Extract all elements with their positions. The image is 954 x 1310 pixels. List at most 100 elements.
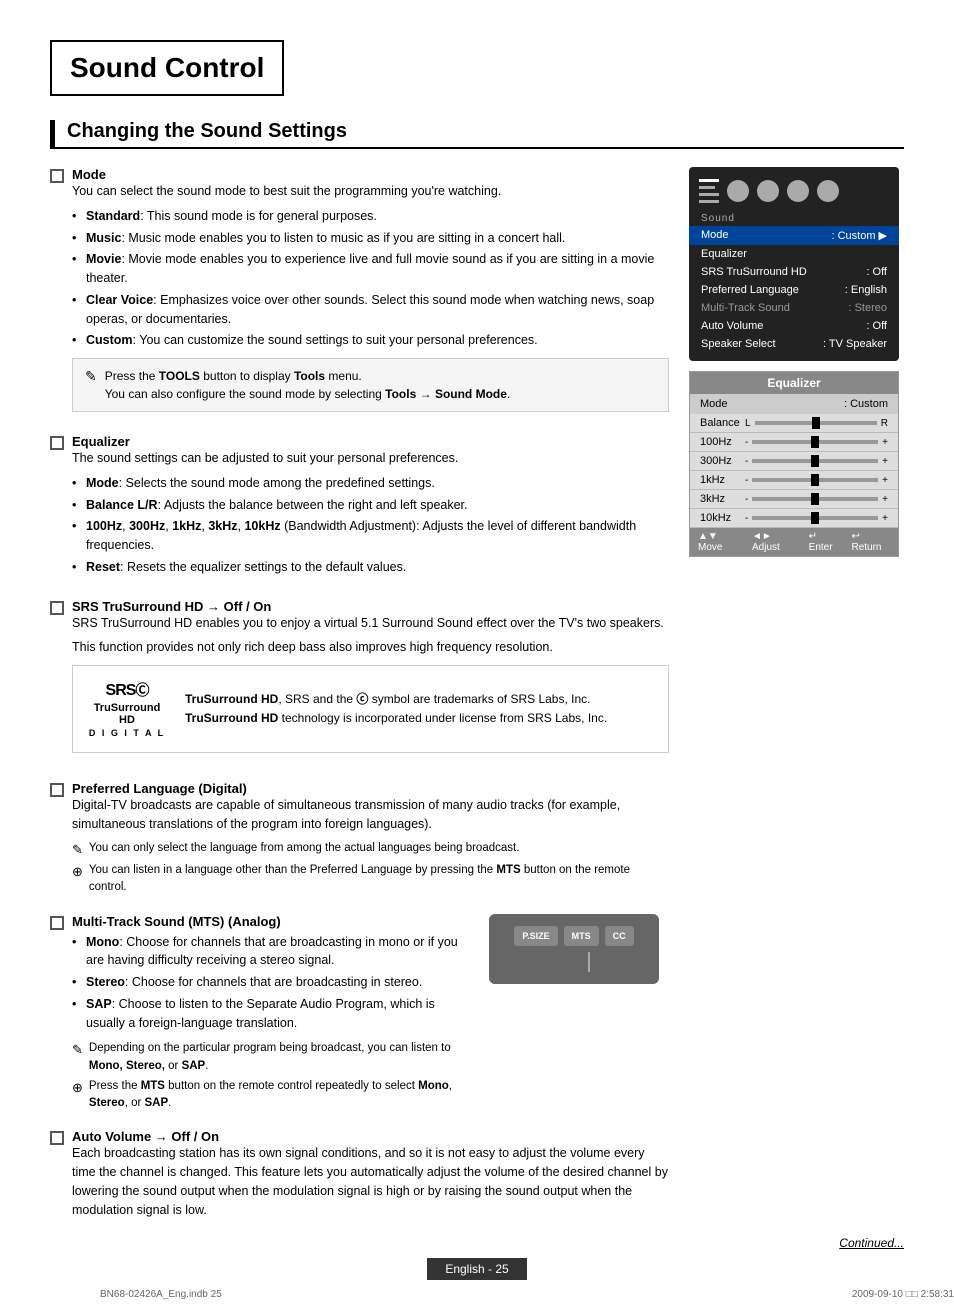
preferred-lang-section: Preferred Language (Digital) Digital-TV … xyxy=(50,781,669,900)
info-icon2: ⊕ xyxy=(72,1078,83,1098)
tv-menu-row-mts: Multi-Track Sound : Stereo xyxy=(689,299,899,317)
multitrack-section: Multi-Track Sound (MTS) (Analog) Mono: C… xyxy=(50,914,669,1116)
eq-row-3khz: 3kHz - + xyxy=(690,490,898,509)
lang-title: Preferred Language (Digital) xyxy=(72,781,669,796)
mts-note1: ✎ Depending on the particular program be… xyxy=(72,1040,473,1075)
psize-btn: P.SIZE xyxy=(514,926,557,946)
mode-note: ✎ Press the TOOLS button to display Tool… xyxy=(72,358,669,412)
eq-mode-value: : Custom xyxy=(844,398,888,410)
eq-balance-label: Balance xyxy=(700,417,745,429)
doc-right: 2009-09-10 □□ 2:58:31 xyxy=(852,1289,954,1300)
right-panels: Sound Mode : Custom ▶ Equalizer SRS TruS… xyxy=(689,167,904,1239)
mts-btn: MTS xyxy=(564,926,599,946)
av-checkbox xyxy=(50,1131,64,1145)
eq-menu: Equalizer Mode : Custom Balance L R xyxy=(689,371,899,557)
tv-menu-row-srs: SRS TruSurround HD : Off xyxy=(689,263,899,281)
eq-footer: ▲▼ Move ◄► Adjust ↵ Enter ↩ Return xyxy=(690,528,898,556)
mode-bullets: Standard: This sound mode is for general… xyxy=(72,207,669,350)
list-item: Balance L/R: Adjusts the balance between… xyxy=(72,496,669,515)
srs-section: SRS TruSurround HD → Off / On SRS TruSur… xyxy=(50,599,669,768)
eq-row-1khz: 1kHz - + xyxy=(690,471,898,490)
list-item: Reset: Resets the equalizer settings to … xyxy=(72,558,669,577)
mts-note2: ⊕ Press the MTS button on the remote con… xyxy=(72,1078,473,1113)
mode-label: Mode xyxy=(701,229,729,242)
srs-logo-box: SRSⒸ TruSurround HD D I G I T A L TruSur… xyxy=(72,665,669,753)
eq-title: Equalizer xyxy=(72,434,669,449)
av-title: Auto Volume → Off / On xyxy=(72,1129,669,1144)
speaker-value: : TV Speaker xyxy=(823,338,887,350)
mode-value: : Custom ▶ xyxy=(831,229,887,242)
equalizer-section: Equalizer The sound settings can be adju… xyxy=(50,434,669,585)
eq-checkbox xyxy=(50,436,64,450)
eq-intro: The sound settings can be adjusted to su… xyxy=(72,449,669,468)
list-item: Mono: Choose for channels that are broad… xyxy=(72,933,473,971)
eq-row-300hz: 300Hz - + xyxy=(690,452,898,471)
auto-volume-section: Auto Volume → Off / On Each broadcasting… xyxy=(50,1129,669,1225)
list-item: 100Hz, 300Hz, 1kHz, 3kHz, 10kHz (Bandwid… xyxy=(72,517,669,555)
list-item: Custom: You can customize the sound sett… xyxy=(72,331,669,350)
srs-intro: SRS TruSurround HD enables you to enjoy … xyxy=(72,614,669,633)
srs-checkbox xyxy=(50,601,64,615)
mode-intro: You can select the sound mode to best su… xyxy=(72,182,669,201)
page: Sound Control Changing the Sound Setting… xyxy=(0,0,954,1310)
pencil-icon: ✎ xyxy=(72,840,83,860)
eq-row-10khz: 10kHz - + xyxy=(690,509,898,528)
srs-label: SRS TruSurround HD xyxy=(701,266,807,278)
av-intro: Each broadcasting station has its own si… xyxy=(72,1144,669,1219)
lang-note2: ⊕ You can listen in a language other tha… xyxy=(72,862,669,897)
remote-image: P.SIZE MTS CC xyxy=(489,914,659,984)
mts-label: Multi-Track Sound xyxy=(701,302,790,314)
mts-value: : Stereo xyxy=(848,302,887,314)
eq-mode-row: Mode : Custom xyxy=(690,394,898,414)
lang-value: : English xyxy=(845,284,887,296)
footer-doc-info: BN68-02426A_Eng.indb 25 2009-09-10 □□ 2:… xyxy=(50,1289,954,1300)
speaker-label: Speaker Select xyxy=(701,338,776,350)
cc-btn: CC xyxy=(605,926,634,946)
autovol-label: Auto Volume xyxy=(701,320,763,332)
eq-bullets: Mode: Selects the sound mode among the p… xyxy=(72,474,669,577)
eq-row-balance: Balance L R xyxy=(690,414,898,433)
list-item: Movie: Movie mode enables you to experie… xyxy=(72,250,669,288)
eq-balance-slider: L R xyxy=(745,418,888,429)
mts-title: Multi-Track Sound (MTS) (Analog) xyxy=(72,914,473,929)
mode-section: Mode You can select the sound mode to be… xyxy=(50,167,669,420)
note-line2: You can also configure the sound mode by… xyxy=(105,385,511,403)
tv-menu-row-mode: Mode : Custom ▶ xyxy=(689,226,899,245)
lang-label: Preferred Language xyxy=(701,284,799,296)
tv-menu-row-autovol: Auto Volume : Off xyxy=(689,317,899,335)
list-item: Music: Music mode enables you to listen … xyxy=(72,229,669,248)
list-item: Standard: This sound mode is for general… xyxy=(72,207,669,226)
list-item: Clear Voice: Emphasizes voice over other… xyxy=(72,291,669,329)
list-item: Mode: Selects the sound mode among the p… xyxy=(72,474,669,493)
tv-menu: Sound Mode : Custom ▶ Equalizer SRS TruS… xyxy=(689,167,899,361)
tv-menu-sound-label: Sound xyxy=(689,211,899,226)
main-content: Mode You can select the sound mode to be… xyxy=(50,167,669,1239)
info-icon: ⊕ xyxy=(72,862,83,882)
srs-trademark-text: TruSurround HD, SRS and the ⓒ symbol are… xyxy=(185,690,607,728)
lang-intro: Digital-TV broadcasts are capable of sim… xyxy=(72,796,669,834)
eq-label: Equalizer xyxy=(701,248,747,260)
mode-title: Mode xyxy=(72,167,669,182)
page-footer: English - 25 xyxy=(0,1258,954,1280)
tv-menu-row-lang: Preferred Language : English xyxy=(689,281,899,299)
lang-checkbox xyxy=(50,783,64,797)
page-title: Sound Control xyxy=(50,40,284,96)
pencil-icon2: ✎ xyxy=(72,1040,83,1060)
page-number: English - 25 xyxy=(427,1258,526,1280)
section-title: Changing the Sound Settings xyxy=(50,120,904,149)
remote-arrow xyxy=(588,952,590,972)
mode-checkbox xyxy=(50,169,64,183)
srs-value: : Off xyxy=(866,266,887,278)
continued-label: Continued... xyxy=(839,1236,904,1250)
autovol-value: : Off xyxy=(866,320,887,332)
eq-mode-label: Mode xyxy=(700,398,728,410)
tv-menu-row-speaker: Speaker Select : TV Speaker xyxy=(689,335,899,353)
lang-note1: ✎ You can only select the language from … xyxy=(72,840,669,860)
srs-intro2: This function provides not only rich dee… xyxy=(72,638,669,657)
srs-title: SRS TruSurround HD → Off / On xyxy=(72,599,669,614)
tv-menu-row-equalizer: Equalizer xyxy=(689,245,899,263)
eq-row-100hz: 100Hz - + xyxy=(690,433,898,452)
mts-bullets: Mono: Choose for channels that are broad… xyxy=(72,933,473,1033)
mts-checkbox xyxy=(50,916,64,930)
srs-logo: SRSⒸ TruSurround HD D I G I T A L xyxy=(87,680,167,738)
